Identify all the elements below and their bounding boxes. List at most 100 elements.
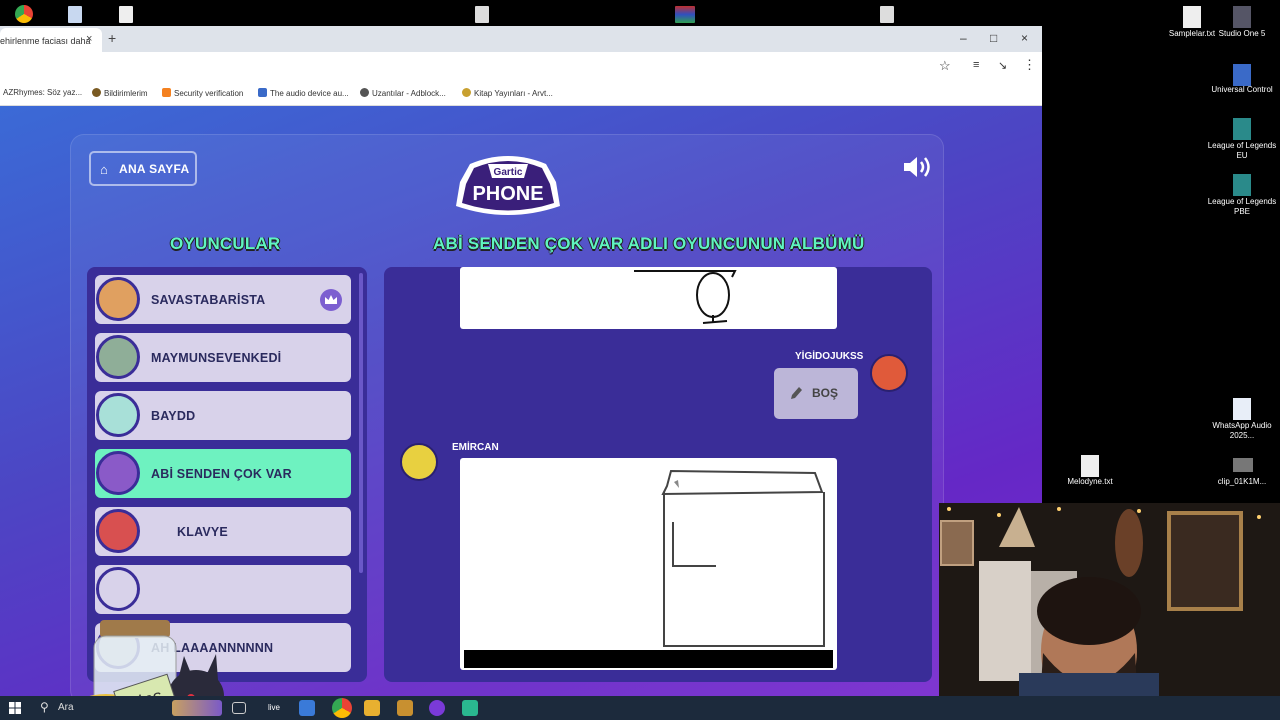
media-control-icon[interactable]: ≡ [973,59,979,71]
crown-icon [320,289,342,311]
home-button-label: ANA SAYFA [119,162,190,176]
bookmark-favicon-icon [92,88,101,97]
bookmark-item[interactable]: AZRhymes: Söz yaz... [3,88,82,97]
bookmark-item[interactable]: Bildirimlerim [92,88,148,98]
avatar [96,335,140,379]
players-heading: OYUNCULAR [170,234,281,253]
chrome-taskbar-icon[interactable] [332,698,352,718]
list-item: SAVASTABARİSTA [95,275,351,324]
album-user-name: EMİRCAN [452,442,499,453]
empty-entry-button[interactable]: BOŞ [774,368,858,419]
bookmark-item[interactable]: Security verification [162,88,243,98]
list-item: MAYMUNSEVENKEDİ [95,333,351,382]
avatar [96,509,140,553]
text-file-icon[interactable] [1183,6,1201,28]
tips-jar-icon[interactable]: Tips [66,616,236,696]
desktop-top-strip [0,0,1280,26]
avatar [96,393,140,437]
webcam-overlay [939,503,1280,720]
text-file-icon[interactable] [880,6,894,23]
list-item [95,565,351,614]
sound-icon[interactable] [902,154,936,180]
bookmark-item[interactable]: Kitap Yayınları - Arvt... [462,88,553,98]
widgets-icon[interactable] [172,700,222,716]
avatar [96,451,140,495]
browser-tab[interactable]: ehirlenme faciası daha × [0,28,102,52]
avatar [400,443,438,481]
desktop-icon-label: clip_01K1M... [1217,477,1267,486]
league-icon[interactable] [1233,174,1251,196]
drawing-2 [460,458,837,670]
desktop-icon-label: League of Legends PBE [1207,197,1277,216]
empty-label: BOŞ [812,386,839,400]
bookmark-favicon-icon [462,88,471,97]
avatar [96,567,140,611]
store-icon[interactable] [299,700,315,716]
task-view-icon[interactable] [232,702,246,714]
avatar [96,277,140,321]
avatar [870,354,908,392]
league-taskbar-icon[interactable] [397,700,413,716]
logo-top-text: Gartic [494,167,523,178]
bookmark-item[interactable]: Uzantılar - Adblock... [360,88,446,98]
video-file-icon[interactable] [1233,458,1253,472]
windows-start-icon[interactable] [9,702,21,714]
folder-icon[interactable] [364,700,380,716]
home-icon: ⌂ [100,162,109,177]
text-file-icon[interactable] [1081,455,1099,477]
chrome-icon[interactable] [15,5,33,23]
list-item: ABİ SENDEN ÇOK VAR [95,449,351,498]
star-icon[interactable]: ☆ [939,58,951,74]
bookmark-favicon-icon [360,88,369,97]
tab-title: ehirlenme faciası daha [0,36,91,46]
close-window-button[interactable]: × [1021,31,1028,45]
tab-close-icon[interactable]: × [86,33,92,45]
tab-bar: ehirlenme faciası daha × + – □ × [0,26,1042,52]
desktop-icon-label: League of Legends EU [1207,141,1277,160]
maximize-button[interactable]: □ [990,31,997,45]
audio-file-icon[interactable] [1233,398,1251,420]
logo-bottom-text: PHONE [472,183,543,205]
webcam-feed [939,503,1280,720]
app-taskbar-icon[interactable] [462,700,478,716]
pen-icon [791,387,802,399]
desktop-icon-label: WhatsApp Audio 2025... [1212,421,1272,440]
live-label[interactable]: live [268,703,280,712]
drawing-1 [460,267,837,329]
desktop-icon-label: Melodyne.txt [1067,477,1113,486]
player-name: BAYDD [151,409,196,423]
new-tab-button[interactable]: + [108,30,116,46]
menu-icon[interactable]: ⋮ [1023,57,1036,73]
bookmark-favicon-icon [162,88,171,97]
universal-control-icon[interactable] [1233,64,1251,86]
gartic-phone-logo: Gartic PHONE [456,156,560,215]
album-user-name: YİGİDOJUKSS [795,351,864,362]
taskbar: ⚲ Ara live [0,696,1280,720]
browser-window: ehirlenme faciası daha × + – □ × ☆ ≡ ↘ ⋮… [0,26,1042,106]
league-icon[interactable] [1233,118,1251,140]
album-panel: YİGİDOJUKSS BOŞ EMİRCAN [384,267,932,682]
player-name: MAYMUNSEVENKEDİ [151,351,282,365]
text-file-icon[interactable] [475,6,489,23]
search-placeholder: Ara [58,702,74,713]
extension-icon[interactable]: ↘ [998,59,1007,72]
player-name: KLAVYE [177,525,228,539]
home-button[interactable]: ⌂ ANA SAYFA [89,151,197,186]
players-scrollbar[interactable] [359,273,363,573]
desktop-icon-label: Universal Control [1211,85,1273,94]
archive-icon[interactable] [675,6,695,23]
album-heading: ABİ SENDEN ÇOK VAR ADLI OYUNCUNUN ALBÜMÜ [433,234,865,253]
document-icon[interactable] [68,6,82,23]
list-item: KLAVYE [95,507,351,556]
game-area: ⌂ ANA SAYFA Gartic PHONE OYUNCULAR ABİ S… [0,106,1042,696]
media-icon[interactable] [119,6,133,23]
address-bar[interactable]: ☆ ≡ ↘ ⋮ [0,52,1042,80]
list-item: BAYDD [95,391,351,440]
studio-one-icon[interactable] [1233,6,1251,28]
desktop-icon-label: Studio One 5 [1218,29,1266,38]
taskbar-search-input[interactable]: ⚲ Ara [30,696,166,720]
minimize-button[interactable]: – [960,31,967,45]
bookmark-favicon-icon [258,88,267,97]
bookmark-item[interactable]: The audio device au... [258,88,349,98]
app-taskbar-icon[interactable] [429,700,445,716]
